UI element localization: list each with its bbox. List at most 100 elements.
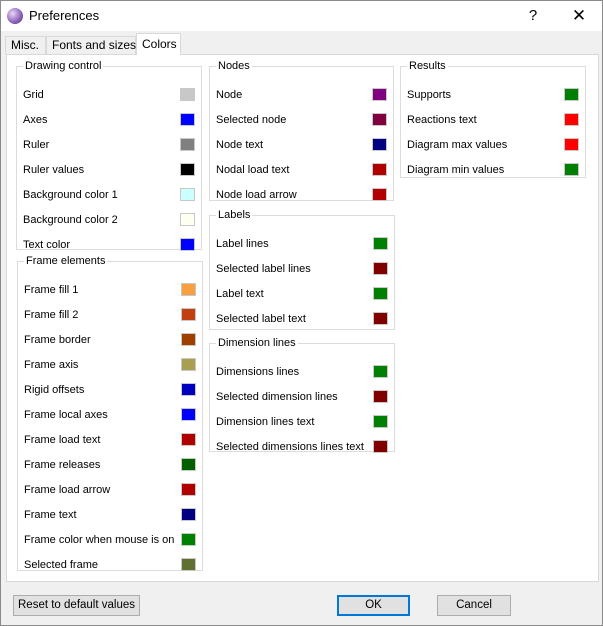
color-swatch-button[interactable]	[181, 408, 196, 421]
color-label: Node load arrow	[216, 189, 297, 201]
color-swatch-button[interactable]	[564, 163, 579, 176]
color-label: Rigid offsets	[24, 384, 85, 396]
color-row: Grid	[23, 84, 195, 109]
color-row: Frame border	[24, 329, 196, 354]
color-swatch-button[interactable]	[373, 262, 388, 275]
color-label: Ruler values	[23, 164, 85, 176]
color-row: Ruler values	[23, 159, 195, 184]
color-swatch-button[interactable]	[181, 308, 196, 321]
ok-button[interactable]: OK	[337, 595, 410, 616]
help-button[interactable]: ?	[520, 5, 546, 27]
color-label: Ruler	[23, 139, 50, 151]
color-label: Label lines	[216, 238, 269, 250]
color-swatch-button[interactable]	[372, 138, 387, 151]
color-swatch-button[interactable]	[373, 237, 388, 250]
color-label: Node	[216, 89, 243, 101]
color-label: Diagram max values	[407, 139, 508, 151]
color-label: Node text	[216, 139, 264, 151]
color-label: Selected dimension lines	[216, 391, 338, 403]
title-bar: Preferences ? ✕	[1, 1, 602, 31]
color-row: Selected dimension lines	[216, 386, 388, 411]
tab-misc[interactable]: Misc.	[5, 36, 46, 54]
color-label: Selected label text	[216, 313, 306, 325]
color-swatch-button[interactable]	[180, 238, 195, 251]
color-label: Frame fill 2	[24, 309, 79, 321]
color-row: Rigid offsets	[24, 379, 196, 404]
window-title: Preferences	[29, 8, 100, 23]
results-group: Results Supports Reactions text Diagram ma…	[400, 60, 586, 178]
color-swatch-button[interactable]	[180, 88, 195, 101]
color-row: Dimension lines text	[216, 411, 388, 436]
color-row: Frame color when mouse is on	[24, 529, 196, 554]
reset-defaults-button[interactable]: Reset to default values	[13, 595, 140, 616]
group-title: Nodes	[218, 60, 250, 72]
color-swatch-button[interactable]	[564, 113, 579, 126]
color-row: Diagram min values	[407, 159, 579, 184]
color-swatch-button[interactable]	[181, 383, 196, 396]
color-swatch-button[interactable]	[181, 433, 196, 446]
color-label: Dimension lines text	[216, 416, 315, 428]
color-swatch-button[interactable]	[180, 213, 195, 226]
tab-fonts-and-sizes[interactable]: Fonts and sizes	[46, 36, 136, 54]
color-row: Background color 1	[23, 184, 195, 209]
color-label: Selected dimensions lines text	[216, 441, 364, 453]
color-label: Frame fill 1	[24, 284, 79, 296]
color-row: Node load arrow	[216, 184, 387, 209]
color-swatch-button[interactable]	[373, 390, 388, 403]
color-row: Selected dimensions lines text	[216, 436, 388, 461]
color-swatch-button[interactable]	[372, 163, 387, 176]
color-swatch-button[interactable]	[372, 113, 387, 126]
group-title: Dimension lines	[218, 337, 296, 349]
color-swatch-button[interactable]	[181, 508, 196, 521]
tab-colors[interactable]: Colors	[136, 33, 181, 55]
color-label: Frame local axes	[24, 409, 108, 421]
color-label: Selected frame	[24, 559, 98, 571]
color-swatch-button[interactable]	[180, 188, 195, 201]
group-title: Labels	[218, 209, 251, 221]
color-swatch-button[interactable]	[180, 138, 195, 151]
color-row: Nodal load text	[216, 159, 387, 184]
color-label: Selected node	[216, 114, 287, 126]
drawing-control-group: Drawing control Grid Axes Ruler Ruler value…	[16, 60, 202, 251]
color-row: Frame releases	[24, 454, 196, 479]
color-swatch-button[interactable]	[180, 163, 195, 176]
color-row: Frame load text	[24, 429, 196, 454]
color-row: Dimensions lines	[216, 361, 388, 386]
color-swatch-button[interactable]	[181, 358, 196, 371]
color-label: Frame load arrow	[24, 484, 111, 496]
color-row: Ruler	[23, 134, 195, 159]
color-label: Label text	[216, 288, 264, 300]
color-swatch-button[interactable]	[373, 440, 388, 453]
color-swatch-button[interactable]	[181, 483, 196, 496]
color-swatch-button[interactable]	[181, 458, 196, 471]
color-row: Frame text	[24, 504, 196, 529]
color-row: Background color 2	[23, 209, 195, 234]
color-row: Node text	[216, 134, 387, 159]
color-swatch-button[interactable]	[180, 113, 195, 126]
color-swatch-button[interactable]	[373, 415, 388, 428]
color-label: Frame releases	[24, 459, 101, 471]
cancel-button[interactable]: Cancel	[437, 595, 511, 616]
color-swatch-button[interactable]	[373, 287, 388, 300]
color-swatch-button[interactable]	[373, 312, 388, 325]
color-swatch-button[interactable]	[181, 558, 196, 571]
color-swatch-button[interactable]	[373, 365, 388, 378]
color-swatch-button[interactable]	[564, 88, 579, 101]
color-row: Selected label text	[216, 308, 388, 333]
color-swatch-button[interactable]	[372, 188, 387, 201]
color-label: Nodal load text	[216, 164, 290, 176]
color-swatch-button[interactable]	[181, 533, 196, 546]
colors-tab-panel: Drawing control Grid Axes Ruler Ruler value…	[6, 54, 599, 582]
color-row: Frame load arrow	[24, 479, 196, 504]
color-swatch-button[interactable]	[181, 283, 196, 296]
color-swatch-button[interactable]	[372, 88, 387, 101]
color-swatch-button[interactable]	[564, 138, 579, 151]
color-row: Frame fill 2	[24, 304, 196, 329]
color-label: Reactions text	[407, 114, 477, 126]
color-label: Supports	[407, 89, 452, 101]
color-swatch-button[interactable]	[181, 333, 196, 346]
close-button[interactable]: ✕	[566, 5, 592, 27]
color-row: Reactions text	[407, 109, 579, 134]
color-label: Background color 2	[23, 214, 118, 226]
color-row: Selected frame	[24, 554, 196, 579]
